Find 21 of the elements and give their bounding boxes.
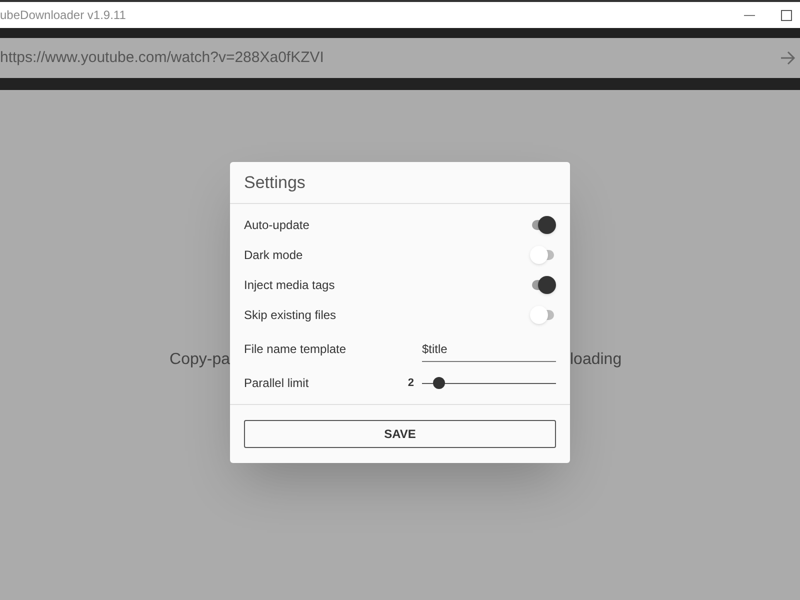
toggle-switch[interactable] [530,306,556,324]
slider-thumb[interactable] [433,377,446,389]
setting-label: Auto-update [244,217,310,234]
toggle-switch[interactable] [530,246,556,264]
setting-label: File name template [244,341,346,358]
setting-label: Inject media tags [244,277,335,294]
arrow-right-icon[interactable] [780,51,796,65]
maximize-icon[interactable] [781,10,792,20]
dialog-title: Settings [244,172,306,194]
toggle-switch[interactable] [530,276,556,294]
setting-label: Dark mode [244,247,303,264]
setting-label: Skip existing files [244,307,336,324]
window-title: ubeDownloader v1.9.11 [0,7,126,24]
minimize-icon[interactable] [744,14,755,16]
slider-value: 2 [408,376,414,391]
file-name-field[interactable]: $title [422,336,556,362]
hint-text: Copy-pa [170,350,230,370]
setting-label: Parallel limit [244,375,309,392]
save-button[interactable]: SAVE [244,420,556,448]
toggle-switch[interactable] [530,216,556,234]
hint-text: loading [570,350,622,370]
